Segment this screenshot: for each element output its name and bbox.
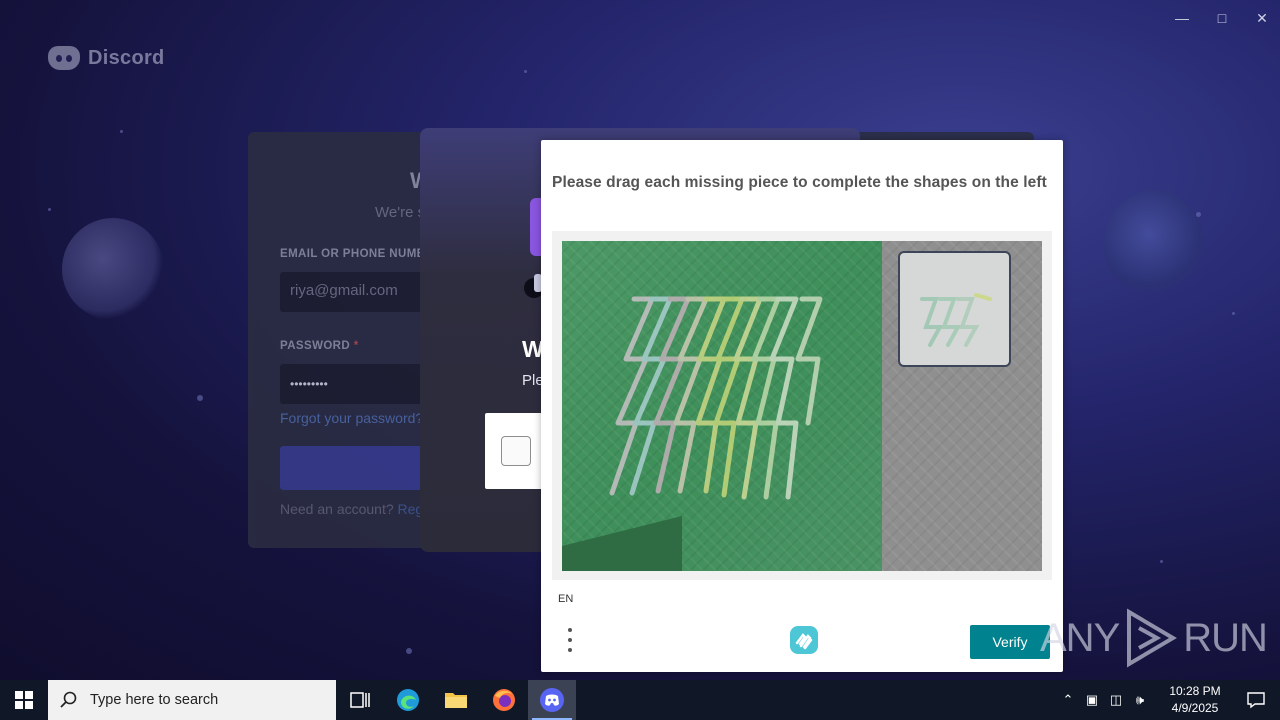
password-field[interactable]: ••••••••• xyxy=(280,364,440,404)
hcaptcha-widget xyxy=(485,413,545,489)
star-decoration xyxy=(1232,312,1235,315)
piece-graphic xyxy=(920,293,992,347)
network-icon[interactable]: ◫ xyxy=(1104,692,1128,708)
close-icon[interactable]: ✕ xyxy=(1252,8,1272,28)
discord-taskbar-icon[interactable] xyxy=(528,680,576,720)
taskbar: Type here to search ⌃ ▣ ◫ 🕪 10:28 PM 4/9… xyxy=(0,680,1280,720)
hcaptcha-logo-icon xyxy=(787,623,821,657)
star-decoration xyxy=(48,208,51,211)
maximize-icon[interactable]: □ xyxy=(1212,8,1232,28)
clock-time: 10:28 PM xyxy=(1169,684,1221,698)
star-decoration xyxy=(406,648,412,654)
login-button[interactable] xyxy=(280,446,440,490)
star-decoration xyxy=(197,395,203,401)
more-options-icon[interactable] xyxy=(565,628,575,658)
captcha-canvas xyxy=(562,241,1042,571)
system-tray: ⌃ ▣ ◫ 🕪 10:28 PM 4/9/2025 xyxy=(1056,680,1280,720)
planet-decoration xyxy=(1104,190,1204,300)
captcha-challenge: Please drag each missing piece to comple… xyxy=(541,140,1063,672)
brand-name: Discord xyxy=(88,46,165,69)
planet-decoration xyxy=(62,218,164,320)
notification-icon[interactable] xyxy=(1232,691,1280,709)
password-label: PASSWORD * xyxy=(280,340,359,352)
taskbar-search[interactable]: Type here to search xyxy=(48,680,336,720)
discord-logo: Discord xyxy=(48,46,165,70)
minimize-icon[interactable]: — xyxy=(1172,8,1192,28)
star-decoration xyxy=(524,70,527,73)
star-decoration xyxy=(1196,212,1201,217)
captcha-checkbox[interactable] xyxy=(501,436,531,466)
clock[interactable]: 10:28 PM 4/9/2025 xyxy=(1158,683,1232,717)
volume-icon[interactable]: 🕪 xyxy=(1128,692,1152,708)
search-placeholder: Type here to search xyxy=(90,692,219,708)
login-subheading: We're s xyxy=(375,204,426,221)
task-view-icon[interactable] xyxy=(336,680,384,720)
draggable-piece[interactable] xyxy=(898,251,1011,367)
captcha-prompt: Please drag each missing piece to comple… xyxy=(552,174,1047,191)
clock-date: 4/9/2025 xyxy=(1171,701,1219,715)
need-account-text: Need an account? Regis xyxy=(280,501,434,517)
firefox-icon[interactable] xyxy=(480,680,528,720)
verify-button[interactable]: Verify xyxy=(970,625,1050,659)
email-label: EMAIL OR PHONE NUMBE xyxy=(280,248,434,260)
email-field[interactable]: riya@gmail.com xyxy=(280,272,440,312)
edge-icon[interactable] xyxy=(384,680,432,720)
star-decoration xyxy=(120,130,123,133)
start-button[interactable] xyxy=(0,680,48,720)
shape-playfield[interactable] xyxy=(562,241,882,571)
windows-icon xyxy=(15,691,33,709)
chevron-up-icon[interactable]: ⌃ xyxy=(1056,692,1080,708)
search-icon xyxy=(60,691,77,708)
piece-tray xyxy=(882,241,1042,571)
shapes-graphic xyxy=(609,296,823,500)
meet-now-icon[interactable]: ▣ xyxy=(1080,692,1104,708)
forgot-password-link[interactable]: Forgot your password? xyxy=(280,410,423,426)
captcha-task-area xyxy=(552,231,1052,580)
play-icon xyxy=(1127,608,1178,668)
language-selector[interactable]: EN xyxy=(558,593,573,605)
discord-icon xyxy=(48,46,80,70)
star-decoration xyxy=(1160,560,1163,563)
required-mark: * xyxy=(353,340,359,352)
file-explorer-icon[interactable] xyxy=(432,680,480,720)
anyrun-watermark: ANY RUN xyxy=(1040,608,1268,668)
